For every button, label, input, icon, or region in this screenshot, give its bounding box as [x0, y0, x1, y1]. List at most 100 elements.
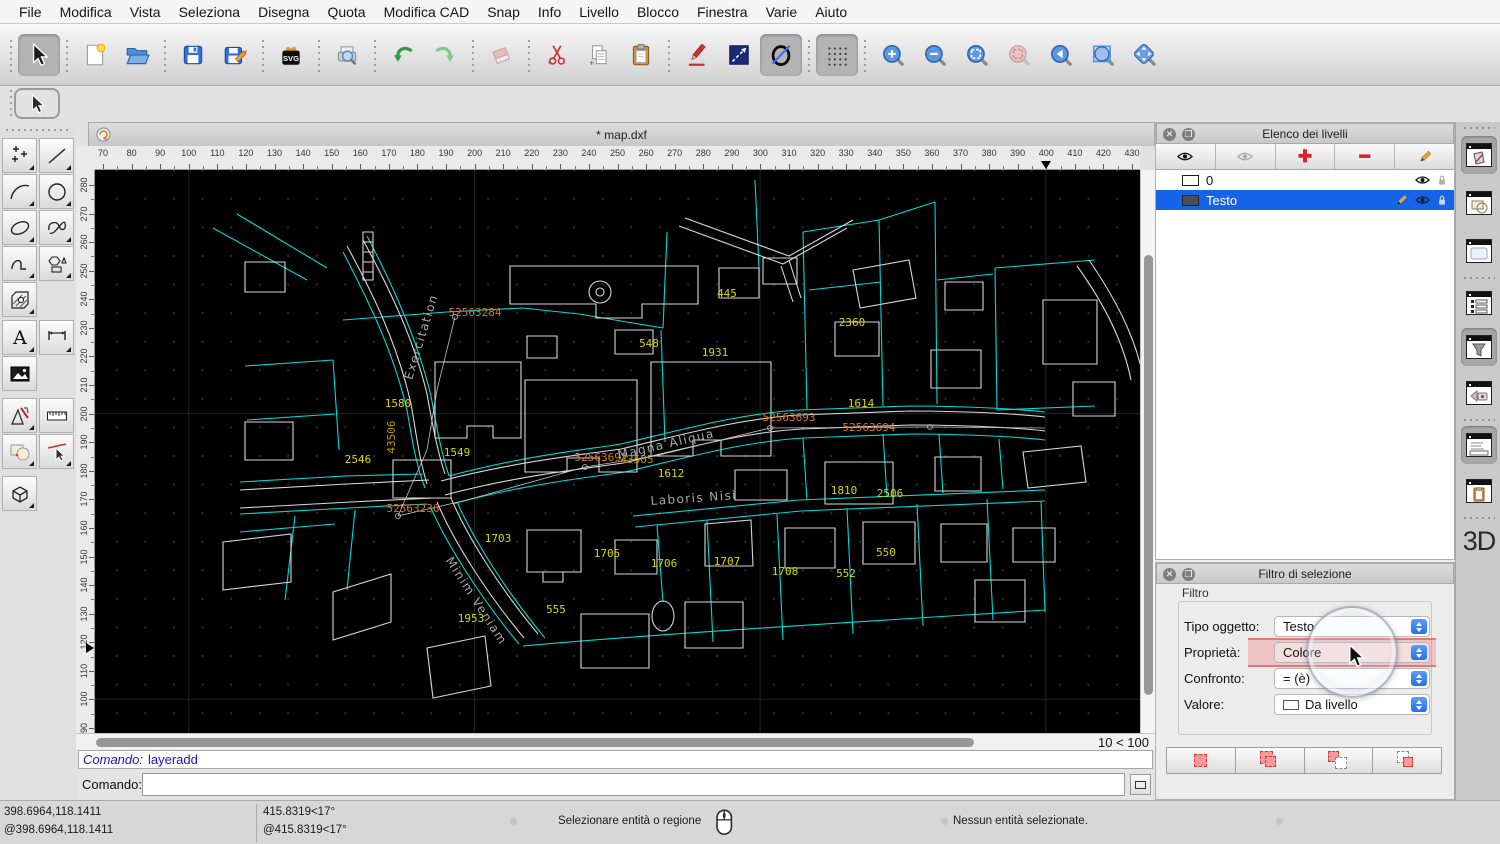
remove-layer-button[interactable]: ━ — [1335, 144, 1396, 169]
menu-seleziona[interactable]: Seleziona — [170, 4, 250, 20]
zoom-out-button[interactable] — [914, 34, 956, 76]
menu-vista[interactable]: Vista — [121, 4, 170, 20]
paste-button[interactable] — [620, 34, 662, 76]
edit-pencil-button[interactable] — [676, 34, 718, 76]
redo-button[interactable] — [424, 34, 466, 76]
close-panel-button[interactable]: ✕ — [1163, 128, 1176, 141]
text-tool[interactable]: A — [2, 320, 37, 355]
undo-button[interactable] — [382, 34, 424, 76]
ellipse-tool[interactable] — [2, 210, 37, 245]
save-button[interactable] — [172, 34, 214, 76]
menu-disegna[interactable]: Disegna — [249, 4, 318, 20]
delete-button[interactable] — [480, 34, 522, 76]
menu-varie[interactable]: Varie — [757, 4, 807, 20]
close-panel-button[interactable]: ✕ — [1163, 568, 1176, 581]
add-layer-button[interactable]: ✚ — [1275, 144, 1336, 169]
command-history[interactable]: Comando: layeradd — [78, 750, 1153, 769]
intersect-selection-button[interactable] — [1373, 747, 1442, 774]
command-panel-toggle[interactable] — [1461, 426, 1497, 464]
image-tool[interactable] — [2, 356, 37, 391]
circle-slash-button[interactable] — [760, 33, 802, 76]
cut-button[interactable]: + — [536, 34, 578, 76]
layer-edit-icon[interactable] — [1395, 194, 1408, 207]
drawing-canvas[interactable]: 445 2360 548 1931 1614 1580 2546 1549 1612 1810 25… — [95, 170, 1140, 733]
strip-divider — [1462, 418, 1495, 422]
snap-tool[interactable] — [39, 434, 74, 469]
layer-row-testo[interactable]: Testo — [1156, 190, 1454, 210]
solid-tool[interactable] — [2, 476, 37, 511]
menu-livello[interactable]: Livello — [570, 4, 628, 20]
canvas-vertical-scrollbar[interactable] — [1140, 170, 1155, 733]
menu-snap[interactable]: Snap — [478, 4, 529, 20]
document-titlebar[interactable]: * map.dxf — [88, 122, 1155, 146]
block-panel-toggle[interactable] — [1461, 184, 1497, 222]
selection-arrow-button[interactable] — [18, 33, 60, 76]
command-options-button[interactable] — [1130, 774, 1151, 795]
edit-layer-button[interactable] — [1395, 144, 1454, 169]
new-file-button[interactable] — [74, 34, 116, 76]
spline-tool[interactable] — [39, 210, 74, 245]
horizontal-scroll-thumb[interactable] — [96, 738, 974, 747]
menu-quota[interactable]: Quota — [318, 4, 374, 20]
layer-lock-icon[interactable] — [1437, 194, 1447, 206]
hatch-tool[interactable] — [2, 282, 37, 317]
polyline-tool[interactable] — [2, 246, 37, 281]
menu-finestra[interactable]: Finestra — [688, 4, 757, 20]
list-panel-toggle[interactable] — [1461, 284, 1497, 322]
dimension-tool[interactable] — [39, 320, 74, 355]
layer-panel-toggle[interactable] — [1461, 136, 1497, 174]
menu-file[interactable]: File — [10, 4, 51, 20]
layer-color-swatch[interactable] — [1182, 194, 1199, 206]
grid-toggle-button[interactable] — [816, 33, 858, 76]
measure-tool[interactable] — [39, 398, 74, 433]
zoom-auto-button[interactable] — [956, 34, 998, 76]
points-tool[interactable] — [2, 138, 37, 173]
detach-panel-button[interactable]: ❐ — [1182, 128, 1195, 141]
menu-blocco[interactable]: Blocco — [628, 4, 688, 20]
subtract-from-selection-button[interactable] — [1304, 747, 1374, 774]
modify-tool[interactable] — [2, 398, 37, 433]
selection-filter-toggle[interactable] — [1461, 328, 1497, 366]
divide-tool[interactable] — [2, 434, 37, 469]
command-input[interactable] — [142, 773, 1125, 796]
layer-visible-icon[interactable] — [1415, 195, 1430, 205]
arc-tool[interactable] — [2, 174, 37, 209]
vertical-scroll-thumb[interactable] — [1144, 255, 1153, 695]
h-ruler-label: 300 — [752, 148, 768, 158]
print-preview-button[interactable] — [326, 34, 368, 76]
h-ruler-label: 290 — [724, 148, 740, 158]
selection-tool-button[interactable] — [14, 88, 60, 119]
menu-modifica-cad[interactable]: Modifica CAD — [375, 4, 479, 20]
shape-tool[interactable] — [39, 246, 74, 281]
hide-all-layers-button[interactable] — [1215, 144, 1276, 169]
svg-export-button[interactable]: SVG — [270, 34, 312, 76]
zoom-window-button[interactable] — [1082, 34, 1124, 76]
3d-mode-label[interactable]: 3D — [1460, 526, 1498, 557]
menu-info[interactable]: Info — [529, 4, 570, 20]
save-as-button[interactable] — [214, 34, 256, 76]
layer-row-0[interactable]: 0 — [1156, 170, 1454, 190]
menu-modifica[interactable]: Modifica — [51, 4, 121, 20]
canvas-horizontal-scrollbar[interactable] — [95, 734, 1081, 751]
line-tool[interactable] — [39, 138, 74, 173]
line-tool-button[interactable] — [718, 34, 760, 76]
layer-color-swatch[interactable] — [1182, 174, 1199, 186]
menu-aiuto[interactable]: Aiuto — [806, 4, 856, 20]
show-all-layers-button[interactable] — [1156, 144, 1216, 169]
projection-panel-toggle[interactable] — [1461, 374, 1497, 412]
layer-visible-icon[interactable] — [1415, 175, 1430, 185]
zoom-in-button[interactable] — [872, 34, 914, 76]
add-to-selection-button[interactable] — [1235, 747, 1305, 774]
zoom-pan-button[interactable] — [1124, 34, 1166, 76]
copy-button[interactable]: + — [578, 34, 620, 76]
open-file-button[interactable] — [116, 34, 158, 76]
filter-row-comparison: Confronto: = (è) — [1156, 668, 1456, 689]
layer-lock-icon[interactable] — [1437, 174, 1447, 186]
zoom-previous-button[interactable] — [1040, 34, 1082, 76]
zoom-selection-button[interactable] — [998, 34, 1040, 76]
clipboard-panel-toggle[interactable] — [1461, 472, 1497, 510]
circle-tool[interactable] — [39, 174, 74, 209]
detach-panel-button[interactable]: ❐ — [1182, 568, 1195, 581]
library-panel-toggle[interactable] — [1461, 232, 1497, 270]
replace-selection-button[interactable] — [1166, 747, 1236, 774]
